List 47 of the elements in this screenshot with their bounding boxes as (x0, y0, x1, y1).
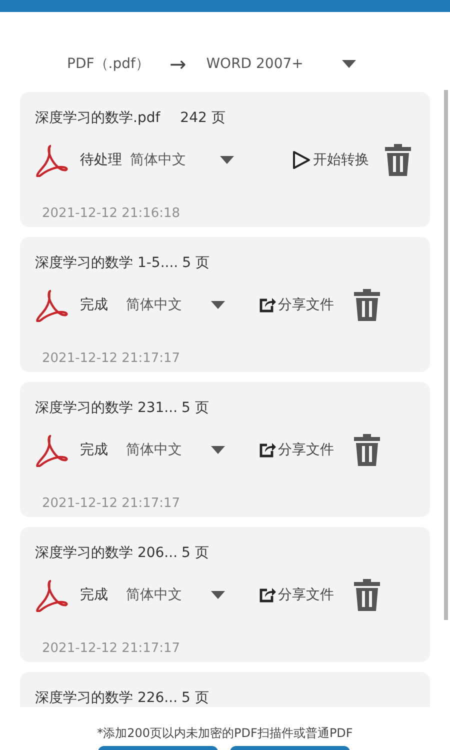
timestamp: 2021-12-12 21:17:17 (41, 496, 182, 511)
file-name: 深度学习的数学.pdf (35, 109, 160, 127)
delete-icon[interactable] (354, 579, 380, 611)
file-name: 深度学习的数学 1-5.... (35, 254, 178, 272)
language-dropdown[interactable]: 简体中文 (126, 586, 225, 604)
page-count: 242 页 (180, 109, 226, 127)
source-format: PDF（.pdf） (67, 54, 150, 72)
caret-icon (211, 301, 225, 309)
status-label: 完成 (80, 586, 109, 604)
target-format-dropdown[interactable]: WORD 2007+ (206, 56, 356, 72)
share-button[interactable]: 分享文件 (259, 441, 334, 459)
page-count: 5 页 (182, 544, 209, 562)
delete-icon[interactable] (354, 289, 380, 321)
file-name: 深度学习的数学 231... (35, 399, 178, 417)
hint-text: *添加200页以内未加密的PDF扫描件或普通PDF (96, 725, 354, 742)
file-name: 深度学习的数学 206... (35, 544, 178, 562)
caret-icon (220, 156, 234, 164)
timestamp: 2021-12-12 21:16:18 (41, 206, 182, 221)
play-icon (291, 150, 311, 170)
share-icon (259, 587, 276, 603)
pdf-icon (35, 143, 69, 177)
status-label: 完成 (80, 296, 109, 314)
pdf-icon (35, 578, 69, 612)
share-icon (259, 297, 276, 313)
delete-icon[interactable] (385, 144, 411, 176)
share-button[interactable]: 分享文件 (259, 296, 334, 314)
language-dropdown[interactable]: 简体中文 (130, 151, 234, 169)
page-count: 5 页 (182, 399, 209, 417)
status-label: 完成 (80, 441, 109, 459)
caret-icon (342, 60, 356, 68)
share-button[interactable]: 分享文件 (259, 586, 334, 604)
language-dropdown[interactable]: 简体中文 (126, 296, 225, 314)
file-name: 深度学习的数学 226... (35, 689, 178, 707)
timestamp: 2021-12-12 21:17:17 (41, 351, 182, 366)
page-count: 5 页 (182, 689, 209, 707)
timestamp: 2021-12-12 21:17:17 (41, 641, 182, 656)
page-count: 5 页 (182, 254, 210, 272)
arrow-icon: → (169, 52, 186, 76)
share-icon (259, 442, 276, 458)
delete-icon[interactable] (354, 434, 380, 466)
status-label: 待处理 (80, 151, 123, 169)
caret-icon (211, 591, 225, 599)
caret-icon (211, 446, 225, 454)
pdf-icon (35, 288, 69, 322)
pdf-icon (35, 433, 69, 467)
language-dropdown[interactable]: 简体中文 (126, 441, 225, 459)
start-button[interactable]: 开始转换 (291, 150, 369, 170)
